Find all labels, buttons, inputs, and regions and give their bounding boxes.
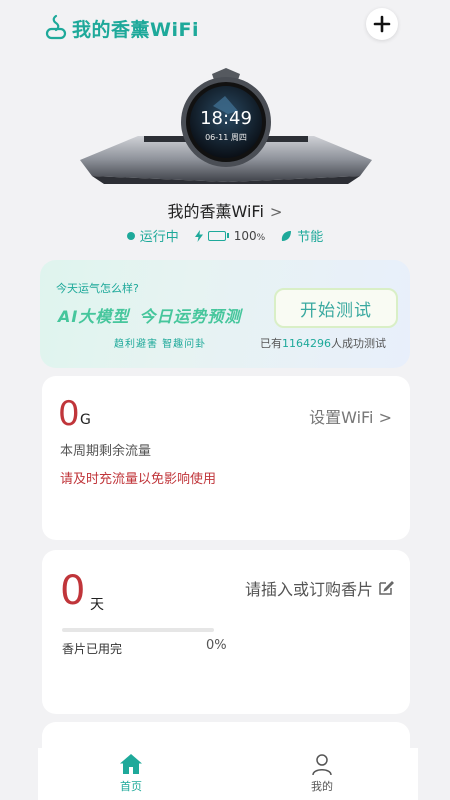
ai-banner-headline-part2: 今日运势预测: [139, 307, 242, 326]
device-name: 我的香薰WiFi: [167, 202, 264, 221]
aroma-status-label: 香片已用完: [62, 642, 123, 656]
edit-icon: [379, 581, 394, 595]
home-icon: [120, 754, 142, 774]
order-aroma-label: 请插入或订购香片: [244, 580, 373, 599]
running-status: 运行中: [126, 226, 179, 245]
ai-count-prefix: 已有: [260, 337, 282, 350]
device-screen-date: 06-11 周四: [205, 133, 247, 142]
device-status-row: 运行中 100% 节能: [0, 226, 450, 245]
eco-mode-label: 节能: [297, 230, 324, 245]
ai-test-count: 已有1164296人成功测试: [260, 335, 386, 351]
traffic-warning: 请及时充流量以免影响使用: [60, 472, 217, 487]
ai-banner-question: 今天运气怎么样?: [56, 282, 139, 295]
traffic-unit: G: [80, 412, 91, 428]
running-status-label: 运行中: [139, 230, 179, 245]
add-device-button[interactable]: [366, 8, 398, 40]
tab-home-label: 首页: [120, 780, 142, 793]
tab-mine-label: 我的: [311, 780, 333, 793]
tab-mine[interactable]: 我的: [292, 752, 352, 794]
order-aroma-link[interactable]: 请插入或订购香片: [245, 576, 394, 600]
device-name-link[interactable]: 我的香薰WiFi >: [0, 198, 450, 222]
app-title: 我的香薰WiFi: [72, 18, 199, 41]
device-screen-time: 18:49: [200, 108, 252, 129]
aroma-progress-bar: [62, 628, 214, 632]
traffic-card[interactable]: 0 G 设置WiFi > 本周期剩余流量 请及时充流量以免影响使用: [42, 376, 410, 540]
aroma-days-unit: 天: [90, 597, 104, 613]
aroma-percent-label: 0%: [206, 638, 227, 653]
plus-icon: [373, 15, 391, 33]
chevron-right-icon: >: [269, 203, 283, 221]
ai-banner-subline: 趋利避害 智趣问卦: [114, 339, 207, 350]
aroma-logo-icon: [45, 14, 67, 40]
device-image[interactable]: 18:49 06-11 周四: [78, 66, 374, 190]
charging-bolt-icon: [194, 229, 203, 242]
ai-count-value: 1164296: [282, 337, 331, 350]
traffic-description: 本周期剩余流量: [60, 444, 152, 459]
battery-icon: [207, 230, 229, 241]
status-dot-icon: [126, 231, 135, 240]
ai-count-suffix: 人成功测试: [331, 337, 386, 350]
leaf-icon: [282, 230, 292, 241]
battery-percent: 100: [233, 228, 257, 243]
eco-mode-status: 节能: [281, 226, 323, 245]
traffic-remaining-value: 0: [58, 394, 80, 434]
ai-banner-headline-part1: AI大模型: [58, 307, 130, 326]
aroma-card[interactable]: 0 天 请插入或订购香片 香片已用完 0%: [42, 550, 410, 714]
start-test-button[interactable]: 开始测试: [274, 288, 398, 328]
ai-fortune-banner[interactable]: 今天运气怎么样? AI大模型 今日运势预测 趋利避害 智趣问卦 开始测试 已有11…: [40, 260, 410, 368]
battery-status: 100%: [194, 228, 266, 243]
bottom-tab-bar: 首页 我的: [38, 748, 418, 800]
user-icon: [312, 754, 332, 776]
app-header: 我的香薰WiFi: [0, 0, 450, 56]
setup-wifi-link[interactable]: 设置WiFi >: [309, 404, 392, 428]
tab-home[interactable]: 首页: [101, 752, 161, 794]
battery-percent-unit: %: [256, 232, 266, 243]
ai-banner-headline: AI大模型 今日运势预测: [58, 303, 241, 327]
aroma-days-value: 0: [60, 568, 86, 614]
